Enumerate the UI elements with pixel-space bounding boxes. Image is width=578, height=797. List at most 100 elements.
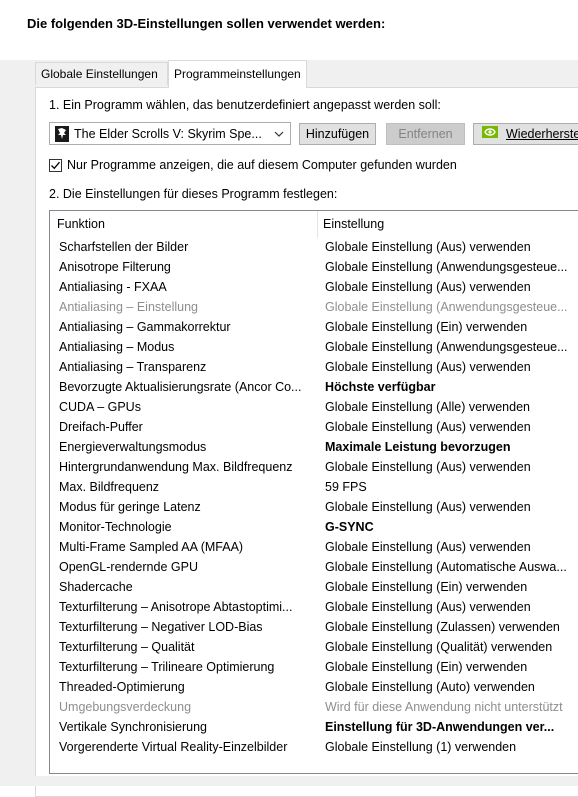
table-row[interactable]: Bevorzugte Aktualisierungsrate (Ancor Co… bbox=[50, 377, 578, 397]
row-funktion: Antialiasing - FXAA bbox=[59, 280, 167, 294]
table-row[interactable]: Texturfilterung – Negativer LOD-Bias Glob… bbox=[50, 617, 578, 637]
row-funktion: Threaded-Optimierung bbox=[59, 680, 185, 694]
table-row[interactable]: Antialiasing – Einstellung Globale Einste… bbox=[50, 297, 578, 317]
row-funktion: Umgebungsverdeckung bbox=[59, 700, 192, 714]
page-heading: Die folgenden 3D-Einstellungen sollen ve… bbox=[27, 16, 386, 31]
row-einstellung[interactable]: Globale Einstellung (Automatische Auswa.… bbox=[318, 557, 578, 577]
table-row[interactable]: Vorgerenderte Virtual Reality-Einzelbild… bbox=[50, 737, 578, 757]
settings-list-header: Funktion Einstellung bbox=[50, 211, 578, 238]
row-funktion: Hintergrundanwendung Max. Bildfrequenz bbox=[59, 460, 293, 474]
row-funktion: Antialiasing – Gammakorrektur bbox=[59, 320, 231, 334]
row-funktion: Bevorzugte Aktualisierungsrate (Ancor Co… bbox=[59, 380, 302, 394]
table-row[interactable]: Modus für geringe Latenz Globale Einstell… bbox=[50, 497, 578, 517]
row-funktion: Anisotrope Filterung bbox=[59, 260, 171, 274]
row-funktion: Antialiasing – Transparenz bbox=[59, 360, 207, 374]
row-funktion: OpenGL-rendernde GPU bbox=[59, 560, 198, 574]
row-funktion: Texturfilterung – Anisotrope Abtastoptim… bbox=[59, 600, 293, 614]
table-row[interactable]: Threaded-Optimierung Globale Einstellung … bbox=[50, 677, 578, 697]
row-funktion: Monitor-Technologie bbox=[59, 520, 172, 534]
restore-button[interactable]: Wiederherste bbox=[473, 123, 578, 145]
show-found-programs-label: Nur Programme anzeigen, die auf diesem C… bbox=[67, 158, 457, 172]
row-einstellung[interactable]: Globale Einstellung (Anwendungsgesteue..… bbox=[318, 337, 578, 357]
table-row[interactable]: Hintergrundanwendung Max. Bildfrequenz Gl… bbox=[50, 457, 578, 477]
row-funktion: Shadercache bbox=[59, 580, 133, 594]
row-einstellung[interactable]: Globale Einstellung (Anwendungsgesteue..… bbox=[318, 297, 578, 317]
row-funktion: Dreifach-Puffer bbox=[59, 420, 143, 434]
row-einstellung[interactable]: Globale Einstellung (1) verwenden bbox=[318, 737, 578, 757]
row-einstellung[interactable]: 59 FPS bbox=[318, 477, 578, 497]
settings-list[interactable]: Funktion Einstellung Scharfstellen der B… bbox=[49, 210, 578, 774]
table-row[interactable]: Texturfilterung – Qualität Globale Einste… bbox=[50, 637, 578, 657]
row-funktion: Energieverwaltungsmodus bbox=[59, 440, 207, 454]
row-einstellung[interactable]: Globale Einstellung (Aus) verwenden bbox=[318, 457, 578, 477]
show-found-programs-row[interactable]: Nur Programme anzeigen, die auf diesem C… bbox=[49, 158, 457, 172]
table-row[interactable]: Antialiasing – Transparenz Globale Einste… bbox=[50, 357, 578, 377]
row-funktion: CUDA – GPUs bbox=[59, 400, 141, 414]
row-funktion: Texturfilterung – Qualität bbox=[59, 640, 195, 654]
chevron-down-icon[interactable] bbox=[271, 126, 287, 142]
row-funktion: Modus für geringe Latenz bbox=[59, 500, 201, 514]
row-einstellung[interactable]: Wird für diese Anwendung nicht unterstüt… bbox=[318, 697, 578, 717]
tab-program-settings[interactable]: Programmeinstellungen bbox=[168, 60, 307, 88]
restore-button-label: Wiederherste bbox=[506, 127, 578, 141]
row-funktion: Scharfstellen der Bilder bbox=[59, 240, 189, 254]
settings-rows: Scharfstellen der Bilder Globale Einstell… bbox=[50, 237, 578, 757]
table-row[interactable]: Umgebungsverdeckung Wird für diese Anwend… bbox=[50, 697, 578, 717]
row-einstellung[interactable]: Globale Einstellung (Ein) verwenden bbox=[318, 317, 578, 337]
row-funktion: Vertikale Synchronisierung bbox=[59, 720, 207, 734]
row-einstellung[interactable]: Globale Einstellung (Aus) verwenden bbox=[318, 537, 578, 557]
table-row[interactable]: Energieverwaltungsmodus Maximale Leistung… bbox=[50, 437, 578, 457]
step1-label: 1. Ein Programm wählen, das benutzerdefi… bbox=[49, 98, 441, 112]
row-funktion: Texturfilterung – Trilineare Optimierung bbox=[59, 660, 275, 674]
row-funktion: Multi-Frame Sampled AA (MFAA) bbox=[59, 540, 244, 554]
row-einstellung[interactable]: Globale Einstellung (Alle) verwenden bbox=[318, 397, 578, 417]
row-einstellung[interactable]: Einstellung für 3D-Anwendungen ver... bbox=[318, 717, 578, 737]
table-row[interactable]: Max. Bildfrequenz 59 FPS bbox=[50, 477, 578, 497]
row-funktion: Texturfilterung – Negativer LOD-Bias bbox=[59, 620, 263, 634]
table-row[interactable]: Antialiasing - FXAA Globale Einstellung (… bbox=[50, 277, 578, 297]
table-row[interactable]: Multi-Frame Sampled AA (MFAA) Globale Ein… bbox=[50, 537, 578, 557]
column-header-funktion[interactable]: Funktion bbox=[50, 211, 318, 238]
table-row[interactable]: Texturfilterung – Anisotrope Abtastoptim… bbox=[50, 597, 578, 617]
row-einstellung[interactable]: Globale Einstellung (Ein) verwenden bbox=[318, 577, 578, 597]
step2-label: 2. Die Einstellungen für dieses Programm… bbox=[49, 187, 338, 201]
row-einstellung[interactable]: Globale Einstellung (Ein) verwenden bbox=[318, 657, 578, 677]
row-einstellung[interactable]: Höchste verfügbar bbox=[318, 377, 578, 397]
row-einstellung[interactable]: Globale Einstellung (Aus) verwenden bbox=[318, 277, 578, 297]
table-row[interactable]: Vertikale Synchronisierung Einstellung fü… bbox=[50, 717, 578, 737]
row-einstellung[interactable]: Globale Einstellung (Aus) verwenden bbox=[318, 357, 578, 377]
row-einstellung[interactable]: Globale Einstellung (Aus) verwenden bbox=[318, 497, 578, 517]
table-row[interactable]: Shadercache Globale Einstellung (Ein) ver… bbox=[50, 577, 578, 597]
program-select[interactable]: The Elder Scrolls V: Skyrim Spe... bbox=[49, 122, 291, 145]
row-einstellung[interactable]: Globale Einstellung (Aus) verwenden bbox=[318, 597, 578, 617]
row-einstellung[interactable]: Globale Einstellung (Zulassen) verwenden bbox=[318, 617, 578, 637]
program-select-value: The Elder Scrolls V: Skyrim Spe... bbox=[74, 126, 262, 141]
row-einstellung[interactable]: Globale Einstellung (Auto) verwenden bbox=[318, 677, 578, 697]
row-einstellung[interactable]: Globale Einstellung (Aus) verwenden bbox=[318, 417, 578, 437]
table-row[interactable]: OpenGL-rendernde GPU Globale Einstellung … bbox=[50, 557, 578, 577]
table-row[interactable]: Antialiasing – Gammakorrektur Globale Ein… bbox=[50, 317, 578, 337]
table-row[interactable]: Scharfstellen der Bilder Globale Einstell… bbox=[50, 237, 578, 257]
table-row[interactable]: CUDA – GPUs Globale Einstellung (Alle) ve… bbox=[50, 397, 578, 417]
checkmark-icon bbox=[51, 161, 60, 169]
row-funktion: Max. Bildfrequenz bbox=[59, 480, 160, 494]
left-gutter bbox=[0, 60, 35, 786]
tab-global-settings[interactable]: Globale Einstellungen bbox=[35, 62, 168, 85]
row-funktion: Antialiasing – Modus bbox=[59, 340, 175, 354]
add-program-button[interactable]: Hinzufügen bbox=[299, 123, 376, 145]
remove-program-button[interactable]: Entfernen bbox=[386, 123, 465, 145]
table-row[interactable]: Dreifach-Puffer Globale Einstellung (Aus)… bbox=[50, 417, 578, 437]
table-row[interactable]: Antialiasing – Modus Globale Einstellung … bbox=[50, 337, 578, 357]
row-funktion: Vorgerenderte Virtual Reality-Einzelbild… bbox=[59, 740, 288, 754]
row-einstellung[interactable]: Maximale Leistung bevorzugen bbox=[318, 437, 578, 457]
table-row[interactable]: Texturfilterung – Trilineare Optimierung… bbox=[50, 657, 578, 677]
row-einstellung[interactable]: Globale Einstellung (Anwendungsgesteue..… bbox=[318, 257, 578, 277]
show-found-programs-checkbox[interactable] bbox=[49, 158, 62, 172]
table-row[interactable]: Anisotrope Filterung Globale Einstellung … bbox=[50, 257, 578, 277]
nvidia-logo-icon bbox=[482, 124, 498, 144]
row-einstellung[interactable]: Globale Einstellung (Aus) verwenden bbox=[318, 237, 578, 257]
row-einstellung[interactable]: G-SYNC bbox=[318, 517, 578, 537]
column-header-einstellung[interactable]: Einstellung bbox=[318, 211, 384, 238]
row-einstellung[interactable]: Globale Einstellung (Qualität) verwenden bbox=[318, 637, 578, 657]
table-row[interactable]: Monitor-Technologie G-SYNC bbox=[50, 517, 578, 537]
